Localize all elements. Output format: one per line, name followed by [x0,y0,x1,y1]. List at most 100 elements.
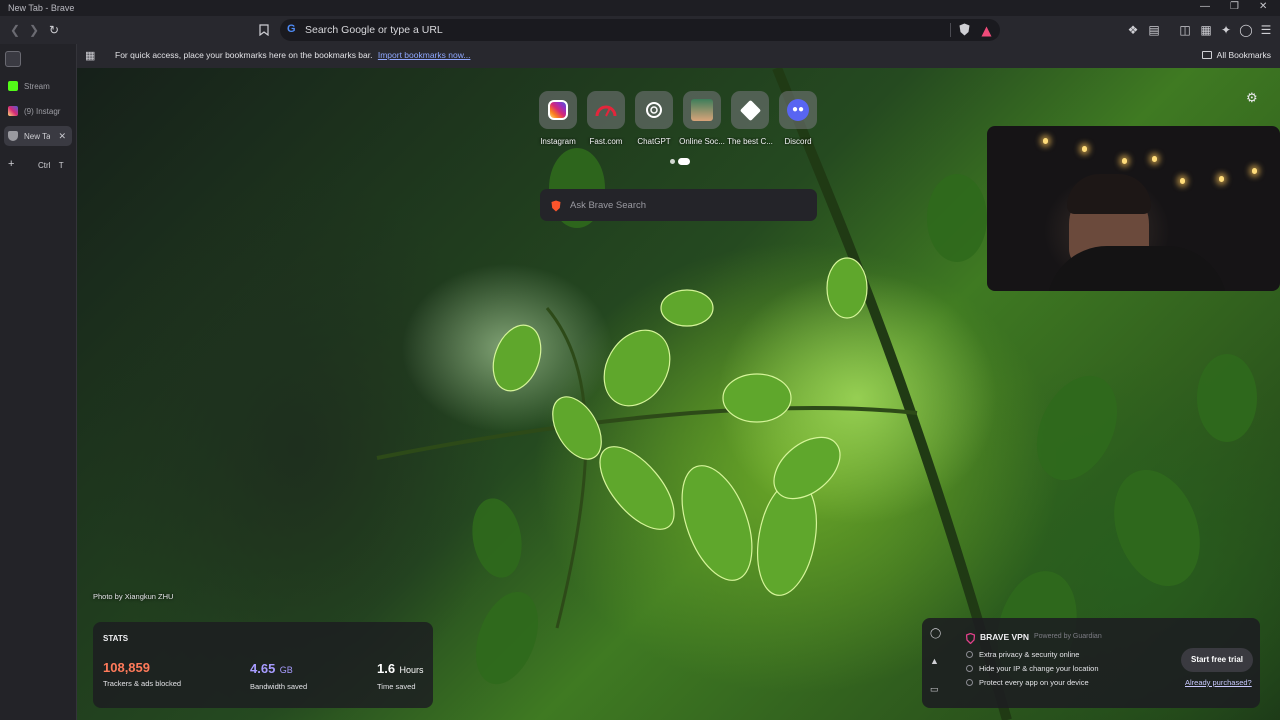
brave-shields-icon[interactable] [959,23,970,41]
time-unit: Hours [399,665,424,675]
restore-icon[interactable]: ❐ [1230,1,1239,12]
customize-gear-icon[interactable]: ⚙ [1246,90,1258,106]
window-title-bar: New Tab - Brave — ❐ ✕ [0,0,1280,16]
bandwidth-stat: 4.65 GB Bandwidth saved [250,660,307,691]
apps-grid-icon[interactable]: ▦ [85,49,95,62]
start-free-trial-button[interactable]: Start free trial [1181,648,1253,672]
check-icon [966,651,973,658]
new-tab-shortcut: Ctrl T [38,161,64,170]
vpn-feature-text: Protect every app on your device [979,678,1089,687]
bookmarks-bar-message: For quick access, place your bookmarks h… [115,50,470,60]
brave-rewards-icon[interactable] [981,24,992,42]
bookmark-icon[interactable] [255,21,273,39]
sidebar-panel-icon[interactable] [5,51,21,67]
folder-icon [1201,51,1212,59]
address-bar[interactable]: G Search Google or type a URL [280,19,1000,41]
tab-label: Stream [24,82,50,91]
import-bookmarks-link[interactable]: Import bookmarks now... [378,50,471,60]
speedometer-icon [587,91,625,129]
string-light [1152,156,1157,162]
page-dot-active[interactable] [678,158,690,165]
string-light [1252,168,1257,174]
top-site-name: Fast.com [589,137,623,146]
tab-instagram[interactable]: (9) Instagr [4,101,72,121]
reload-icon[interactable]: ↻ [45,21,63,39]
tab-label: (9) Instagr [24,107,61,116]
back-icon[interactable]: ❮ [6,21,24,39]
stats-heading: STATS [103,634,129,643]
new-tab-page: Instagram Fast.com ChatGPT Online Soc...… [77,68,1280,720]
brave-shield-icon [8,131,18,141]
vpn-icon[interactable]: ◯ [1237,21,1255,39]
top-site-name: Discord [784,137,812,146]
shortcut-key: T [58,161,64,170]
string-light [1082,146,1087,152]
avatar-icon [683,91,721,129]
search-placeholder: Ask Brave Search [570,200,647,211]
bookmarks-hint: For quick access, place your bookmarks h… [115,50,373,60]
vpn-feature-text: Hide your IP & change your location [979,664,1099,673]
discord-icon: ●● [779,91,817,129]
person-hair [1067,174,1151,214]
brave-search-box[interactable]: Ask Brave Search [540,189,817,221]
close-window-icon[interactable]: ✕ [1259,1,1267,12]
vpn-widget-icon[interactable]: ◯ [930,628,941,639]
trackers-stat: 108,859 Trackers & ads blocked [103,660,181,688]
vpn-powered-by: Powered by Guardian [1034,633,1102,640]
leo-ai-icon[interactable]: ✦ [1217,21,1235,39]
top-site-name: The best C... [727,137,773,146]
card-widget-icon[interactable]: ▭ [930,684,939,695]
top-site-tile[interactable]: ChatGPT [630,91,678,146]
string-light [1122,158,1127,164]
top-site-tile[interactable]: Fast.com [582,91,630,146]
extensions-icon[interactable]: ❖ [1124,21,1142,39]
bandwidth-label: Bandwidth saved [250,682,308,691]
shortcut-ctrl: Ctrl [38,161,51,170]
close-tab-icon[interactable]: ✕ [58,131,66,142]
bandwidth-value: 4.65 [250,661,276,676]
address-bar-placeholder: Search Google or type a URL [305,24,443,36]
tab-label: New Tab [24,132,50,141]
photo-credit: Photo by Xiangkun ZHU [93,592,174,601]
rewards-widget-icon[interactable]: ▲ [930,656,939,666]
instagram-icon [8,106,18,116]
tab-stream[interactable]: Stream [4,76,72,96]
brave-lion-icon [551,199,561,217]
forward-icon[interactable]: ❯ [25,21,43,39]
string-light [1043,138,1048,144]
tab-manager-icon[interactable]: ▤ [1145,21,1163,39]
trackers-value: 108,859 [103,660,150,675]
top-site-tile[interactable]: The best C... [726,91,774,146]
vpn-shield-icon [965,631,976,649]
top-site-tile[interactable]: Online Soc... [678,91,726,146]
sidebar-toggle-icon[interactable]: ◫ [1176,21,1194,39]
vpn-feature: Hide your IP & change your location [966,664,1099,673]
all-bookmarks-button[interactable]: All Bookmarks [1201,50,1271,60]
tab-new-tab[interactable]: New Tab ✕ [4,126,72,146]
openai-icon [635,91,673,129]
string-light [1219,176,1224,182]
all-bookmarks-label: All Bookmarks [1216,50,1271,60]
bandwidth-unit: GB [279,665,293,675]
menu-icon[interactable]: ☰ [1257,21,1275,39]
top-site-name: Online Soc... [679,137,725,146]
google-icon: G [287,23,296,35]
brave-vpn-widget: BRAVE VPN Powered by Guardian Extra priv… [948,618,1260,708]
trackers-label: Trackers & ads blocked [103,679,182,688]
new-tab-icon[interactable]: + [8,158,14,170]
wallet-icon[interactable]: ▦ [1197,21,1215,39]
widget-rail: ◯ ▲ ▭ [922,618,948,708]
browser-toolbar: ❮ ❯ ↻ G Search Google or type a URL ❖ ▤ … [0,16,1280,44]
already-purchased-link[interactable]: Already purchased? [1185,678,1252,687]
address-bar-divider [950,23,951,37]
page-dot[interactable] [670,159,675,164]
window-title: New Tab - Brave [8,3,75,13]
bookmarks-bar: ▦ For quick access, place your bookmarks… [77,44,1280,68]
webcam-overlay [987,126,1280,291]
minimize-icon[interactable]: — [1200,1,1210,12]
top-site-tile[interactable]: ●● Discord [774,91,822,146]
vpn-feature: Extra privacy & security online [966,650,1079,659]
vpn-feature: Protect every app on your device [966,678,1089,687]
time-value: 1.6 [377,661,396,676]
top-site-tile[interactable]: Instagram [534,91,582,146]
